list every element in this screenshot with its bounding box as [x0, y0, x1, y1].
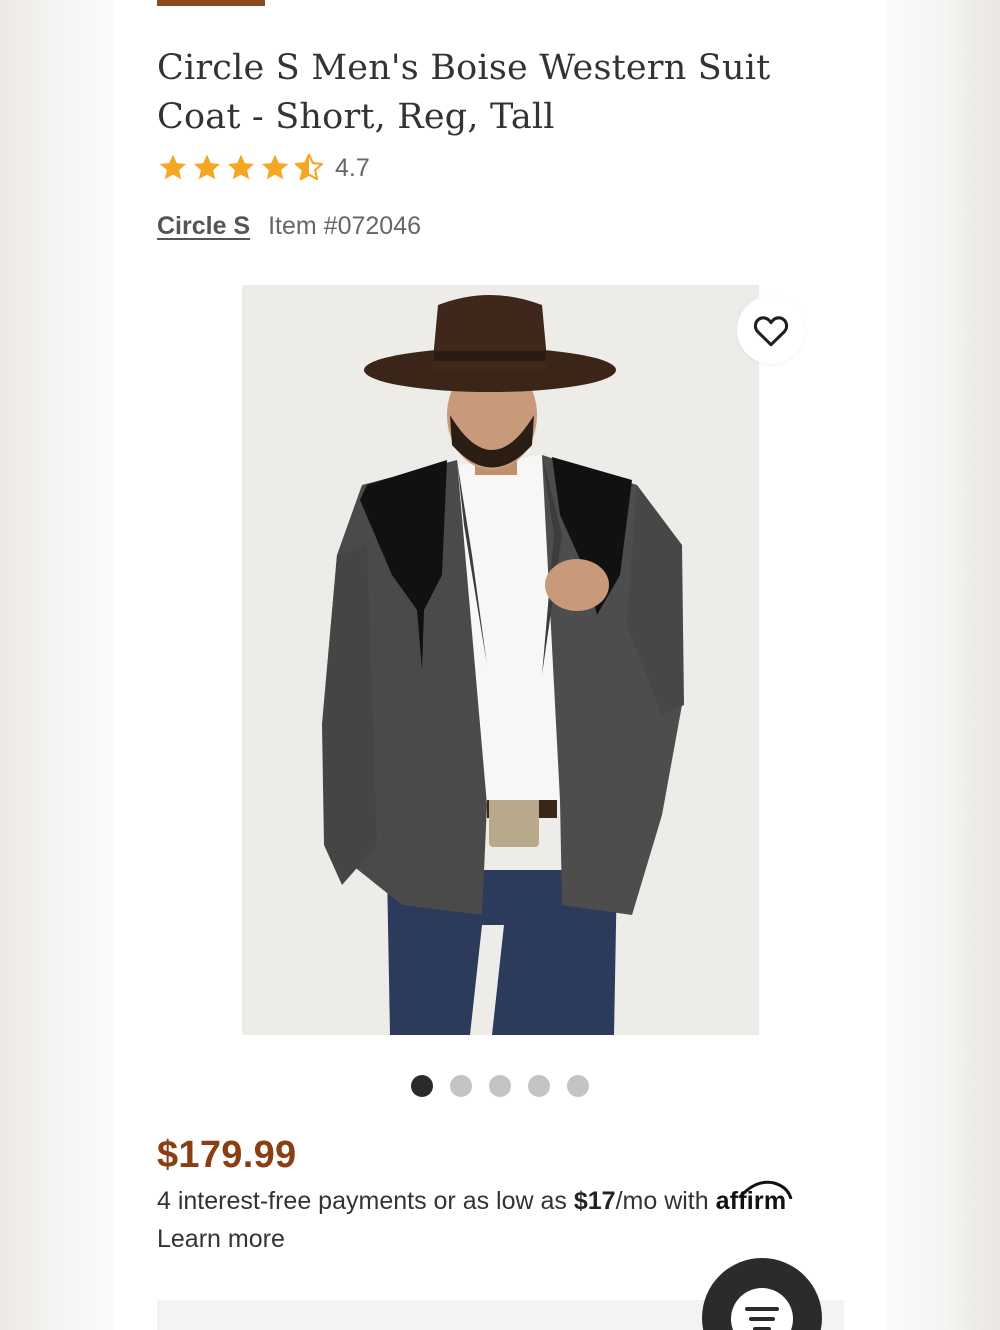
chat-menu-icon — [731, 1288, 793, 1330]
financing-prefix: 4 interest-free payments or as low as — [157, 1187, 574, 1215]
carousel-dot-4[interactable] — [528, 1075, 550, 1097]
header-accent-bar — [157, 0, 265, 6]
financing-amount: $17 — [573, 1187, 616, 1215]
product-rating[interactable]: 4.7 — [157, 150, 370, 186]
item-number: Item #072046 — [268, 212, 422, 240]
rating-stars — [157, 152, 325, 184]
chat-menu-button[interactable] — [702, 1258, 822, 1330]
menu-line — [745, 1307, 779, 1311]
product-price: $179.99 — [157, 1134, 297, 1176]
learn-more-link[interactable]: Learn more — [157, 1220, 857, 1258]
financing-info: 4 interest-free payments or as low as $1… — [157, 1180, 857, 1258]
rating-value: 4.7 — [335, 153, 370, 182]
affirm-arc-icon — [738, 1180, 793, 1199]
product-photo-illustration — [242, 285, 759, 1035]
carousel-dot-1[interactable] — [411, 1075, 433, 1097]
star-full-icon — [159, 154, 187, 180]
affirm-logo: affirm — [716, 1180, 793, 1215]
brand-link[interactable]: Circle S — [157, 212, 250, 241]
carousel-dot-5[interactable] — [567, 1075, 589, 1097]
carousel-dot-2[interactable] — [450, 1075, 472, 1097]
product-meta: Circle S Item #072046 — [157, 212, 421, 241]
heart-icon — [753, 316, 789, 347]
carousel-dots — [411, 1075, 589, 1097]
product-page: Circle S Men's Boise Western Suit Coat -… — [114, 0, 886, 1330]
star-half-icon — [294, 153, 324, 181]
financing-suffix: /mo with — [615, 1187, 716, 1215]
star-full-icon — [227, 154, 255, 180]
favorite-button[interactable] — [737, 296, 805, 364]
star-full-icon — [261, 154, 289, 180]
carousel-dot-3[interactable] — [489, 1075, 511, 1097]
star-full-icon — [193, 154, 221, 180]
menu-line — [749, 1317, 775, 1321]
product-title: Circle S Men's Boise Western Suit Coat -… — [157, 48, 771, 137]
product-image[interactable] — [242, 285, 759, 1035]
